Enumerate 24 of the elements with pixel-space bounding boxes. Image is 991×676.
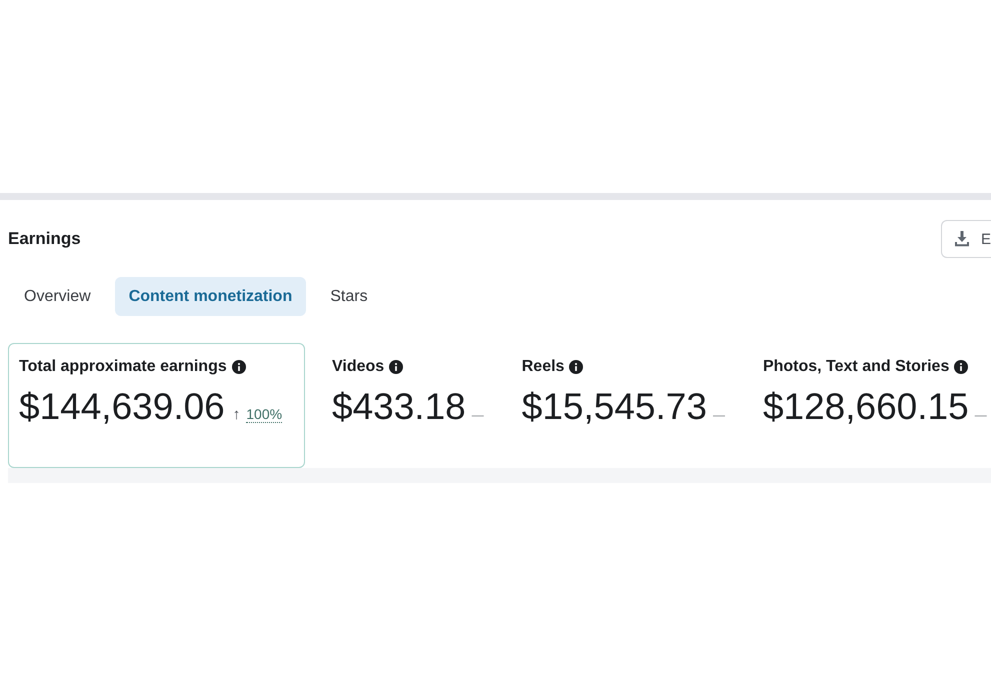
metric-label: Photos, Text and Stories [762, 357, 950, 377]
info-icon[interactable] [389, 360, 404, 374]
metric-label: Reels [522, 357, 564, 377]
metric-change: — [472, 408, 484, 423]
tab[interactable]: Overview [10, 277, 105, 316]
tab[interactable]: Content monetization [114, 277, 306, 316]
metric-label: Total approximate earnings [19, 357, 227, 377]
trend-arrow: ↑ [232, 406, 240, 423]
info-icon[interactable] [569, 360, 584, 374]
download-icon [955, 231, 969, 247]
metric-value: $144,639.06 [19, 385, 225, 429]
tab[interactable]: Stars [316, 277, 382, 316]
metric-value: $15,545.73 [522, 385, 707, 429]
info-icon[interactable] [954, 360, 968, 374]
info-icon[interactable] [232, 360, 246, 374]
metric-label: Videos [332, 357, 384, 377]
export-button[interactable]: E [941, 220, 991, 258]
metric-value: $433.18 [332, 385, 466, 429]
metric-card[interactable]: Total approximate earnings $144,639.06 ↑ 100% [8, 343, 305, 468]
metric-change: — [974, 408, 987, 423]
metric-change: — [712, 408, 725, 423]
section-title: Earnings [8, 229, 81, 249]
metric-change: 100% [246, 407, 282, 423]
metric-value: $128,660.15 [762, 385, 969, 429]
